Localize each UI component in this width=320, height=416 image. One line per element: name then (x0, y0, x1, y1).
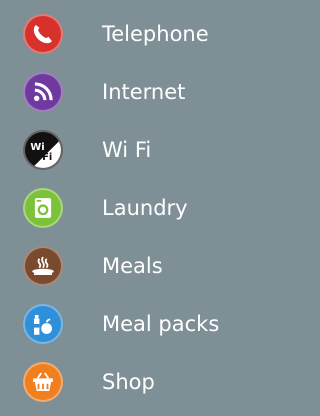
amenity-list: Telephone Internet Wi Fi Wi Fi Laundry M… (0, 0, 256, 416)
amenity-label-wifi: Wi Fi (102, 138, 152, 162)
amenity-item-internet[interactable]: Internet (0, 65, 256, 119)
washing-machine-icon (23, 188, 63, 228)
telephone-icon (23, 14, 63, 54)
wifi-signal-icon (23, 72, 63, 112)
amenity-label-laundry: Laundry (102, 196, 188, 220)
wifi-badge-fi-text: Fi (42, 152, 52, 163)
shopping-basket-icon (23, 362, 63, 402)
amenity-item-wifi[interactable]: Wi Fi Wi Fi (0, 123, 256, 177)
amenity-item-meal-packs[interactable]: Meal packs (0, 297, 256, 351)
amenity-label-shop: Shop (102, 370, 155, 394)
bottle-apple-icon (23, 304, 63, 344)
amenity-item-laundry[interactable]: Laundry (0, 181, 256, 235)
hot-plate-icon (23, 246, 63, 286)
amenity-label-internet: Internet (102, 80, 186, 104)
amenity-item-meals[interactable]: Meals (0, 239, 256, 293)
amenity-label-meals: Meals (102, 254, 163, 278)
amenity-item-telephone[interactable]: Telephone (0, 7, 256, 61)
amenity-item-shop[interactable]: Shop (0, 355, 256, 409)
wi-fi-badge-icon: Wi Fi (23, 130, 63, 170)
amenity-label-meal-packs: Meal packs (102, 312, 220, 336)
amenity-label-telephone: Telephone (102, 22, 209, 46)
